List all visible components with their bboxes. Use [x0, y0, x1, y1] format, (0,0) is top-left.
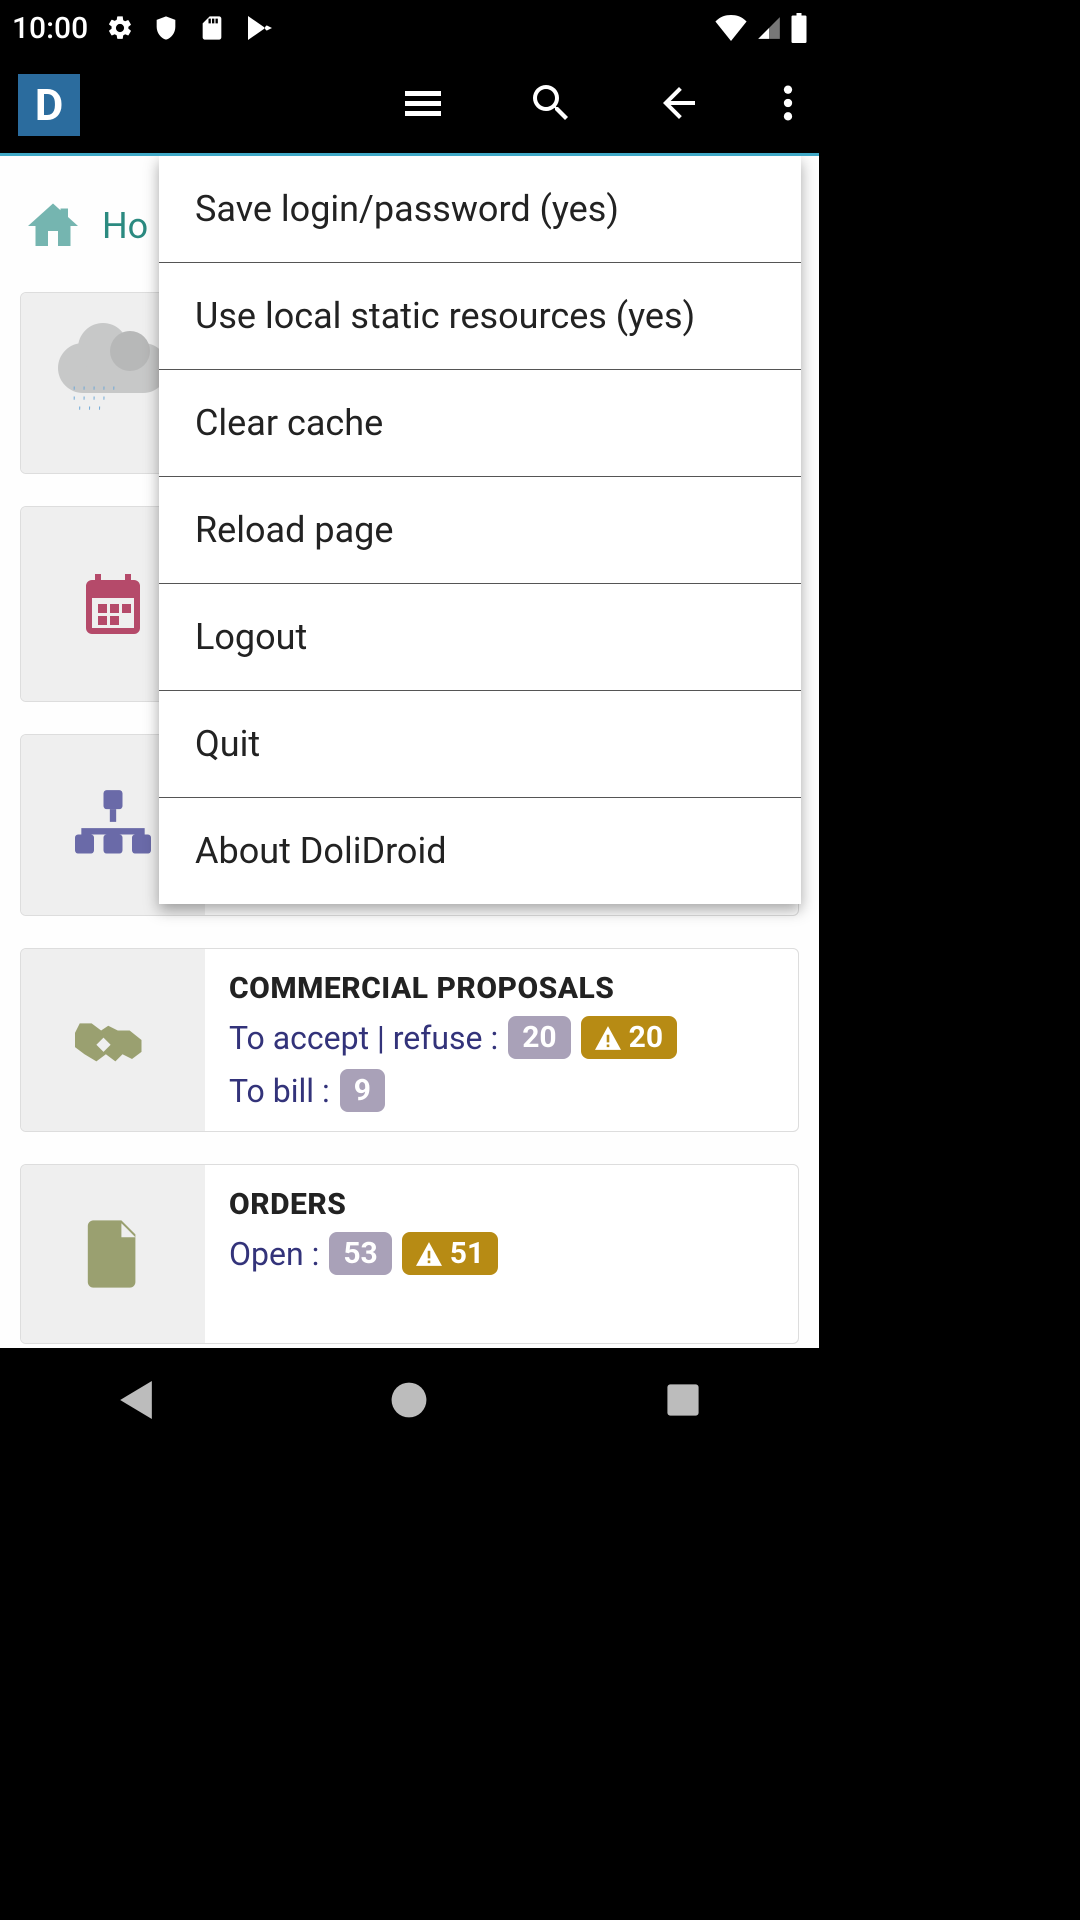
proposals-accept-warn-count: 20 — [629, 1020, 663, 1055]
home-icon — [20, 196, 86, 256]
nav-home-button[interactable] — [390, 1381, 428, 1423]
play-store-icon — [244, 12, 276, 44]
orders-open-warn-count: 51 — [450, 1236, 484, 1271]
proposals-title: COMMERCIAL PROPOSALS — [229, 971, 774, 1006]
sitemap-icon — [75, 790, 151, 860]
proposals-card[interactable]: COMMERCIAL PROPOSALS To accept | refuse … — [20, 948, 799, 1132]
orders-card[interactable]: ORDERS Open : 53 51 — [20, 1164, 799, 1344]
nav-back-button[interactable] — [119, 1381, 153, 1423]
proposals-card-icon — [21, 949, 205, 1131]
back-button[interactable] — [655, 79, 703, 131]
signal-icon — [755, 15, 783, 41]
orders-open-label: Open : — [229, 1235, 319, 1273]
status-bar: 10:00 — [0, 0, 819, 56]
content-area: Ho ' ' ' ' '' ' ' ' ' ' ' COMMERCIAL PRO… — [0, 156, 819, 1348]
triangle-back-icon — [119, 1381, 153, 1419]
orders-title: ORDERS — [229, 1187, 774, 1222]
sd-card-icon — [198, 14, 226, 42]
proposals-bill-line: To bill : 9 — [229, 1069, 774, 1112]
proposals-accept-badge[interactable]: 20 — [508, 1016, 570, 1059]
wifi-icon — [715, 15, 747, 41]
battery-icon — [791, 13, 807, 43]
arrow-left-icon — [655, 79, 703, 127]
menu-button[interactable] — [399, 79, 447, 131]
warning-icon — [416, 1242, 442, 1266]
system-nav-bar — [0, 1348, 819, 1456]
overflow-button[interactable] — [783, 79, 793, 131]
app-bar: D — [0, 56, 819, 156]
orders-card-icon — [21, 1165, 205, 1343]
menu-item-reload[interactable]: Reload page — [159, 477, 801, 584]
orders-open-line: Open : 53 51 — [229, 1232, 774, 1275]
menu-item-clear-cache[interactable]: Clear cache — [159, 370, 801, 477]
gear-icon — [106, 14, 134, 42]
search-icon — [527, 79, 575, 127]
orders-open-badge[interactable]: 53 — [329, 1232, 391, 1275]
menu-item-quit[interactable]: Quit — [159, 691, 801, 798]
warning-icon — [595, 1026, 621, 1050]
nav-recent-button[interactable] — [666, 1383, 700, 1421]
status-icons-right — [715, 13, 807, 43]
rain-cloud-icon: ' ' ' ' '' ' ' ' ' ' ' — [53, 333, 173, 433]
menu-item-local-resources[interactable]: Use local static resources (yes) — [159, 263, 801, 370]
proposals-accept-warn-badge[interactable]: 20 — [581, 1016, 677, 1059]
hamburger-icon — [399, 79, 447, 127]
proposals-bill-badge[interactable]: 9 — [340, 1069, 385, 1112]
menu-item-save-login[interactable]: Save login/password (yes) — [159, 156, 801, 263]
overflow-menu: Save login/password (yes) Use local stat… — [159, 156, 801, 904]
menu-item-about[interactable]: About DoliDroid — [159, 798, 801, 904]
proposals-accept-label: To accept | refuse : — [229, 1019, 498, 1057]
home-label: Ho — [102, 205, 148, 247]
app-logo[interactable]: D — [18, 74, 80, 136]
square-recent-icon — [666, 1383, 700, 1417]
menu-item-logout[interactable]: Logout — [159, 584, 801, 691]
circle-home-icon — [390, 1381, 428, 1419]
proposals-accept-line: To accept | refuse : 20 20 — [229, 1016, 774, 1059]
file-icon — [85, 1220, 141, 1288]
search-button[interactable] — [527, 79, 575, 131]
status-time: 10:00 — [12, 11, 88, 46]
proposals-bill-label: To bill : — [229, 1072, 330, 1110]
orders-open-warn-badge[interactable]: 51 — [402, 1232, 498, 1275]
calendar-icon — [77, 568, 149, 640]
shield-icon — [152, 14, 180, 42]
status-icons-left — [106, 12, 276, 44]
dots-vertical-icon — [783, 79, 793, 127]
handshake-icon — [75, 1013, 151, 1067]
